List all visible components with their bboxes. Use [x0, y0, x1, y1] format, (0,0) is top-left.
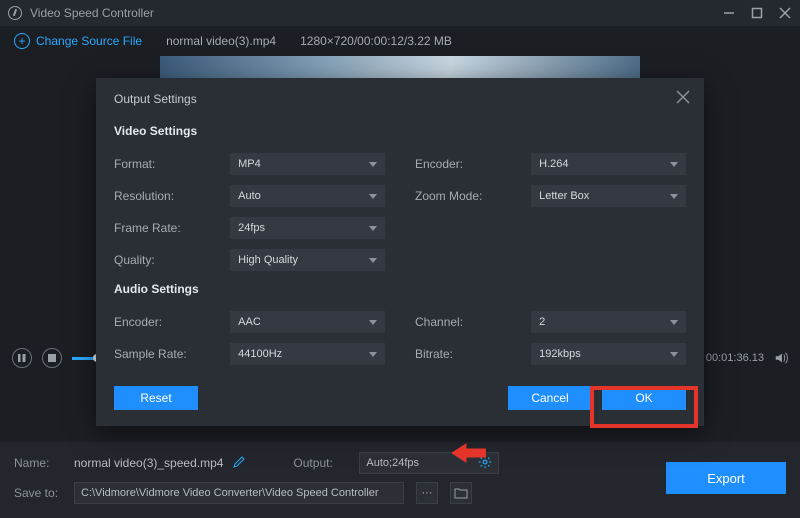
output-profile-value: Auto;24fps	[366, 457, 478, 469]
source-bar: + Change Source File normal video(3).mp4…	[0, 26, 800, 56]
channel-select[interactable]: 2	[531, 311, 686, 333]
audio-settings-heading: Audio Settings	[114, 282, 686, 296]
edit-name-icon[interactable]	[233, 456, 245, 471]
resolution-label: Resolution:	[114, 189, 230, 203]
title-bar: Video Speed Controller	[0, 0, 800, 26]
cancel-button[interactable]: Cancel	[508, 386, 592, 410]
app-title: Video Speed Controller	[30, 6, 722, 20]
chevron-down-icon	[369, 258, 377, 263]
format-select[interactable]: MP4	[230, 153, 385, 175]
channel-label: Channel:	[415, 315, 531, 329]
dialog-title: Output Settings	[114, 92, 686, 106]
name-label: Name:	[14, 456, 66, 470]
output-settings-gear-icon[interactable]	[478, 455, 492, 472]
output-settings-dialog: Output Settings Video Settings Format: M…	[96, 78, 704, 426]
change-source-button[interactable]: + Change Source File	[14, 33, 142, 49]
frame-rate-label: Frame Rate:	[114, 221, 230, 235]
footer: Name: normal video(3)_speed.mp4 Output: …	[0, 442, 800, 518]
export-button[interactable]: Export	[666, 462, 786, 494]
video-encoder-label: Encoder:	[415, 157, 531, 171]
browse-folder-button[interactable]: ···	[416, 482, 438, 504]
video-encoder-select[interactable]: H.264	[531, 153, 686, 175]
change-source-label: Change Source File	[36, 34, 142, 48]
chevron-down-icon	[670, 320, 678, 325]
bitrate-select[interactable]: 192kbps	[531, 343, 686, 365]
audio-encoder-label: Encoder:	[114, 315, 230, 329]
stop-button[interactable]	[42, 348, 62, 368]
app-logo-icon	[8, 6, 22, 20]
saveto-label: Save to:	[14, 486, 66, 500]
chevron-down-icon	[369, 194, 377, 199]
plus-circle-icon: +	[14, 33, 30, 49]
zoom-mode-label: Zoom Mode:	[415, 189, 531, 203]
chevron-down-icon	[670, 162, 678, 167]
frame-rate-select[interactable]: 24fps	[230, 217, 385, 239]
zoom-mode-select[interactable]: Letter Box	[531, 185, 686, 207]
minimize-button[interactable]	[722, 6, 736, 20]
video-settings-heading: Video Settings	[114, 124, 686, 138]
chevron-down-icon	[670, 352, 678, 357]
reset-button[interactable]: Reset	[114, 386, 198, 410]
quality-label: Quality:	[114, 253, 230, 267]
chevron-down-icon	[369, 320, 377, 325]
chevron-down-icon	[369, 226, 377, 231]
output-name-value: normal video(3)_speed.mp4	[74, 456, 223, 470]
bitrate-label: Bitrate:	[415, 347, 531, 361]
chevron-down-icon	[369, 162, 377, 167]
output-profile-field[interactable]: Auto;24fps	[359, 452, 499, 474]
sample-rate-label: Sample Rate:	[114, 347, 230, 361]
playback-time: 00:01:36.13	[706, 352, 764, 364]
open-folder-button[interactable]	[450, 482, 472, 504]
sample-rate-select[interactable]: 44100Hz	[230, 343, 385, 365]
saveto-value: C:\Vidmore\Vidmore Video Converter\Video…	[81, 487, 397, 499]
chevron-down-icon	[369, 352, 377, 357]
quality-select[interactable]: High Quality	[230, 249, 385, 271]
source-file-name: normal video(3).mp4	[166, 34, 276, 48]
saveto-field[interactable]: C:\Vidmore\Vidmore Video Converter\Video…	[74, 482, 404, 504]
audio-encoder-select[interactable]: AAC	[230, 311, 385, 333]
chevron-down-icon	[670, 194, 678, 199]
close-window-button[interactable]	[778, 6, 792, 20]
source-file-info: 1280×720/00:00:12/3.22 MB	[300, 34, 452, 48]
dialog-close-button[interactable]	[676, 90, 690, 104]
play-pause-button[interactable]	[12, 348, 32, 368]
volume-icon[interactable]	[774, 351, 788, 365]
resolution-select[interactable]: Auto	[230, 185, 385, 207]
format-label: Format:	[114, 157, 230, 171]
ok-button[interactable]: OK	[602, 386, 686, 410]
maximize-button[interactable]	[750, 6, 764, 20]
output-label: Output:	[293, 456, 345, 470]
